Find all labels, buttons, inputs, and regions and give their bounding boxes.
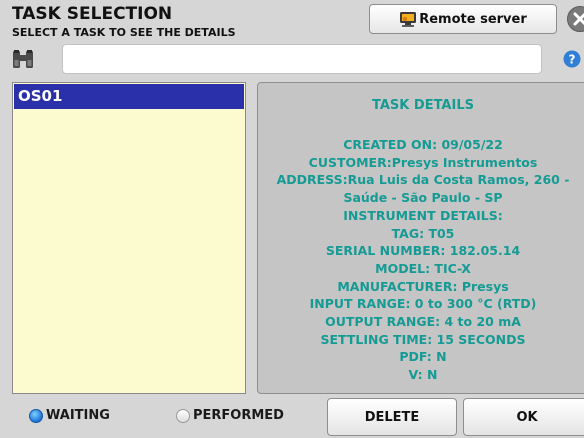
remote-server-label: Remote server: [419, 11, 527, 27]
detail-v: V: N: [408, 367, 438, 383]
detail-input-range: INPUT RANGE: 0 to 300 °C (RTD): [309, 296, 537, 312]
detail-model: MODEL: TIC-X: [375, 260, 471, 276]
details-heading: TASK DETAILS: [372, 98, 474, 113]
performed-radio[interactable]: PERFORMED: [176, 408, 284, 423]
search-input[interactable]: [62, 44, 542, 74]
waiting-label: WAITING: [46, 408, 110, 423]
task-list[interactable]: OS01: [12, 82, 246, 394]
task-details-panel: TASK DETAILS CREATED ON: 09/05/22 CUSTOM…: [257, 82, 584, 394]
detail-settling-time: SETTLING TIME: 15 SECONDS: [320, 331, 526, 347]
detail-address-line-1: ADDRESS:Rua Luis da Costa Ramos, 260 -: [276, 172, 570, 188]
detail-manufacturer: MANUFACTURER: Presys: [337, 278, 509, 294]
detail-pdf: PDF: N: [399, 349, 447, 365]
detail-instrument-details: INSTRUMENT DETAILS:: [343, 207, 503, 223]
detail-address-line-2: Saúde - São Paulo - SP: [343, 190, 503, 206]
radio-selected-icon: [29, 408, 43, 423]
detail-serial-number: SERIAL NUMBER: 182.05.14: [325, 243, 521, 259]
delete-button[interactable]: DELETE: [327, 398, 457, 436]
server-icon: [400, 12, 417, 27]
detail-output-range: OUTPUT RANGE: 4 to 20 mA: [325, 314, 521, 330]
detail-customer: CUSTOMER:Presys Instrumentos: [308, 154, 538, 170]
page-subtitle: SELECT A TASK TO SEE THE DETAILS: [12, 26, 236, 39]
performed-label: PERFORMED: [193, 408, 284, 423]
detail-tag: TAG: T05: [391, 225, 455, 241]
page-title: TASK SELECTION: [12, 4, 173, 24]
ok-button[interactable]: OK: [463, 398, 584, 436]
radio-unselected-icon: [176, 408, 190, 423]
remote-server-button[interactable]: Remote server: [369, 4, 557, 34]
svg-text:?: ?: [569, 53, 576, 67]
task-item-os01[interactable]: OS01: [14, 84, 244, 109]
detail-created-on: CREATED ON: 09/05/22: [343, 137, 503, 152]
help-icon[interactable]: ?: [563, 50, 581, 68]
binoculars-icon[interactable]: [10, 46, 36, 72]
close-icon[interactable]: [566, 5, 584, 33]
waiting-radio[interactable]: WAITING: [29, 408, 110, 423]
